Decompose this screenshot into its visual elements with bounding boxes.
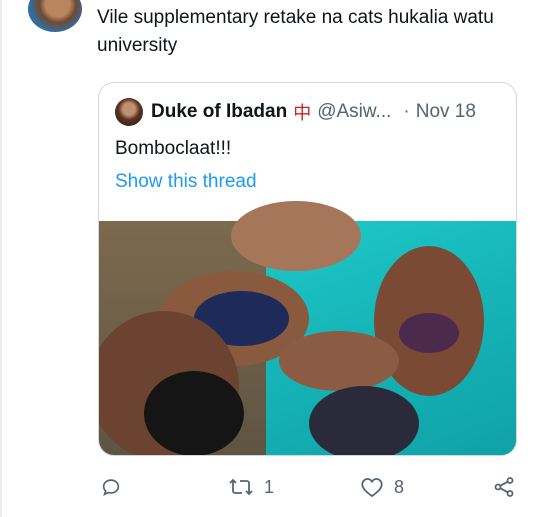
like-count: 8 xyxy=(394,476,405,497)
photo-figure xyxy=(144,371,244,455)
quoted-tweet-header: Duke of Ibadan 中 @Asiw... · Nov 18 xyxy=(115,97,476,127)
quoted-tweet-card[interactable]: Duke of Ibadan 中 @Asiw... · Nov 18 Bombo… xyxy=(98,82,517,456)
quoted-tweet-text: Bomboclaat!!! xyxy=(115,138,232,159)
photo-figure xyxy=(279,331,399,391)
tweet-actions: 1 8 xyxy=(0,468,540,512)
quoted-author-handle[interactable]: @Asiw... xyxy=(317,101,391,123)
flag-emoji-icon: 中 xyxy=(293,103,312,123)
timeline-divider xyxy=(0,0,2,517)
quoted-avatar[interactable] xyxy=(115,98,143,126)
retweet-count: 1 xyxy=(264,476,275,497)
reply-icon xyxy=(100,476,122,498)
show-thread-link[interactable]: Show this thread xyxy=(115,171,257,193)
heart-icon xyxy=(360,476,384,498)
photo-figure xyxy=(399,313,459,353)
retweet-icon xyxy=(228,476,254,498)
tweet-text: Vile supplementary retake na cats hukali… xyxy=(97,7,494,56)
photo-figure xyxy=(231,201,361,271)
quoted-author-name[interactable]: Duke of Ibadan xyxy=(151,101,287,123)
separator-dot: · xyxy=(403,101,410,122)
share-icon xyxy=(493,476,515,498)
like-button[interactable]: 8 xyxy=(360,476,404,498)
quoted-photo[interactable] xyxy=(99,201,516,455)
share-button[interactable] xyxy=(493,476,515,498)
quoted-date[interactable]: Nov 18 xyxy=(416,101,476,123)
reply-button[interactable] xyxy=(100,476,122,498)
avatar[interactable] xyxy=(28,0,82,32)
photo-figure xyxy=(309,386,419,455)
retweet-button[interactable]: 1 xyxy=(228,476,274,498)
